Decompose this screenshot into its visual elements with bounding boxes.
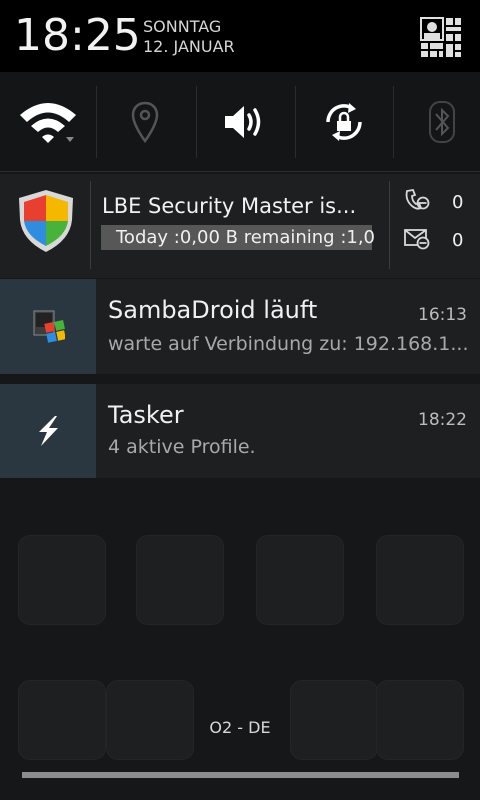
settings-user-icon <box>420 17 461 57</box>
notification-title: Tasker <box>108 401 184 429</box>
notification-title: LBE Security Master is... <box>102 194 357 218</box>
notification-header: 18:25 SONNTAG 12. JANUAR <box>0 0 480 72</box>
lightning-bolt-icon <box>39 416 58 446</box>
wifi-icon <box>20 103 76 143</box>
notification-tasker[interactable]: Tasker 18:22 4 aktive Profile. <box>0 384 480 478</box>
drag-handle[interactable] <box>22 772 459 778</box>
divider <box>90 181 91 269</box>
auto-rotate-toggle[interactable] <box>296 72 392 172</box>
app-icon-box <box>0 279 96 374</box>
phone-blocked-icon <box>405 188 430 210</box>
speaker-volume-icon <box>225 106 261 138</box>
notification-title: SambaDroid läuft <box>108 296 318 324</box>
rotation-lock-icon <box>326 103 362 141</box>
date: 12. JANUAR <box>143 37 235 56</box>
sambadroid-icon <box>33 310 65 343</box>
blocked-calls-count: 0 <box>452 192 464 213</box>
background-app-icon <box>256 535 344 625</box>
sound-toggle[interactable] <box>197 72 293 172</box>
quick-settings-bar <box>0 72 480 172</box>
date-display[interactable]: SONNTAG 12. JANUAR <box>143 17 235 57</box>
bluetooth-toggle[interactable] <box>394 72 480 172</box>
divider <box>389 181 390 269</box>
location-toggle[interactable] <box>97 72 193 172</box>
sms-blocked-icon <box>404 229 430 250</box>
notification-text: warte auf Verbindung zu: 192.168.1... <box>108 333 469 355</box>
shield-icon <box>19 190 73 252</box>
clock: 18:25 <box>14 10 141 61</box>
background-app-icon <box>18 535 106 625</box>
data-usage-text: Today :0,00 B remaining :1,0 <box>116 227 376 248</box>
location-pin-icon <box>131 101 159 143</box>
notification-sambadroid[interactable]: SambaDroid läuft 16:13 warte auf Verbind… <box>0 279 480 374</box>
notification-text: 4 aktive Profile. <box>108 436 256 458</box>
bluetooth-icon <box>429 101 455 143</box>
app-icon-box <box>0 384 96 478</box>
wifi-toggle[interactable] <box>0 72 96 172</box>
carrier-label: O2 - DE <box>209 718 271 737</box>
notification-time: 16:13 <box>418 305 467 325</box>
settings-button[interactable] <box>420 17 462 57</box>
weekday: SONNTAG <box>143 17 222 36</box>
notification-time: 18:22 <box>418 410 467 430</box>
background-app-icon <box>376 535 464 625</box>
background-app-icon <box>136 535 224 625</box>
blocked-sms-count: 0 <box>452 230 464 251</box>
